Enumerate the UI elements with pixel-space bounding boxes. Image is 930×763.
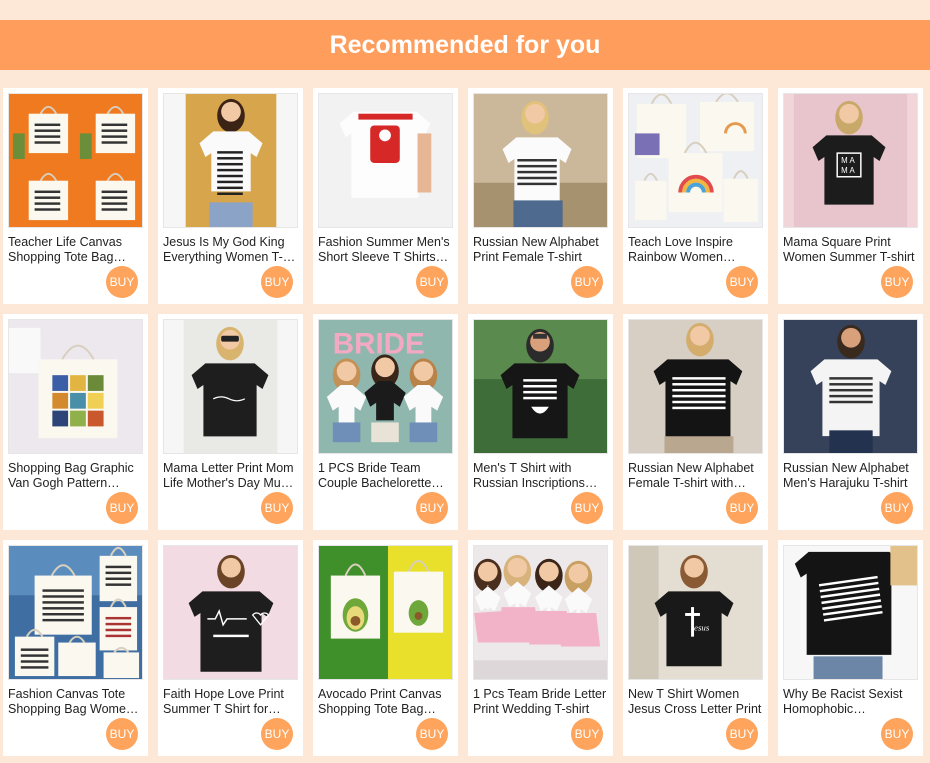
buy-button[interactable]: BUY: [571, 718, 603, 750]
product-title[interactable]: 1 Pcs Team Bride Letter Print Wedding T-…: [473, 687, 608, 717]
product-card[interactable]: Avocado Print Canvas Shopping Tote Bag W…: [313, 540, 458, 756]
buy-button[interactable]: BUY: [106, 718, 138, 750]
svg-text:BRIDE: BRIDE: [333, 327, 425, 360]
buy-button[interactable]: BUY: [571, 492, 603, 524]
svg-text:M A: M A: [841, 156, 855, 165]
product-title[interactable]: Mama Letter Print Mom Life Mother's Day …: [163, 461, 298, 491]
product-image[interactable]: [318, 93, 453, 228]
product-card[interactable]: esus New T Shirt Women Jesus Cross Letter…: [623, 540, 768, 756]
product-card[interactable]: Faith Hope Love Print Summer T Shirt for…: [158, 540, 303, 756]
buy-button[interactable]: BUY: [881, 718, 913, 750]
buy-button[interactable]: BUY: [571, 266, 603, 298]
product-card[interactable]: M AM A Mama Square Print Women Summer T-s…: [778, 88, 923, 304]
product-card[interactable]: Russian New Alphabet Female T-shirt with…: [623, 314, 768, 530]
buy-button[interactable]: BUY: [881, 266, 913, 298]
product-card[interactable]: BRIDE 1 PCS Bride Team Couple Bachelorett…: [313, 314, 458, 530]
product-image[interactable]: [163, 545, 298, 680]
product-card[interactable]: Mama Letter Print Mom Life Mother's Day …: [158, 314, 303, 530]
product-image[interactable]: [628, 319, 763, 454]
product-title[interactable]: Mama Square Print Women Summer T-shirt: [783, 235, 918, 265]
product-card[interactable]: Russian New Alphabet Print Female T-shir…: [468, 88, 613, 304]
product-title[interactable]: Why Be Racist Sexist Homophobic Transpho…: [783, 687, 918, 717]
product-title[interactable]: Russian New Alphabet Female T-shirt with…: [628, 461, 763, 491]
product-image[interactable]: [8, 319, 143, 454]
product-image[interactable]: [8, 545, 143, 680]
product-image[interactable]: esus: [628, 545, 763, 680]
product-title[interactable]: 1 PCS Bride Team Couple Bachelorette Par…: [318, 461, 453, 491]
buy-button[interactable]: BUY: [261, 266, 293, 298]
product-title[interactable]: Faith Hope Love Print Summer T Shirt for…: [163, 687, 298, 717]
product-image[interactable]: M AM A: [783, 93, 918, 228]
product-card[interactable]: Teacher Life Canvas Shopping Tote Bag Wo…: [3, 88, 148, 304]
product-title[interactable]: Jesus Is My God King Everything Women T-…: [163, 235, 298, 265]
product-title[interactable]: Fashion Summer Men's Short Sleeve T Shir…: [318, 235, 453, 265]
buy-button[interactable]: BUY: [726, 718, 758, 750]
product-card[interactable]: Men's T Shirt with Russian Inscriptions …: [468, 314, 613, 530]
product-title[interactable]: Teach Love Inspire Rainbow Women Canvas …: [628, 235, 763, 265]
product-image[interactable]: [163, 93, 298, 228]
product-title[interactable]: Teacher Life Canvas Shopping Tote Bag Wo…: [8, 235, 143, 265]
product-card[interactable]: Fashion Summer Men's Short Sleeve T Shir…: [313, 88, 458, 304]
banner-title: Recommended for you: [329, 30, 601, 59]
product-title[interactable]: Avocado Print Canvas Shopping Tote Bag W…: [318, 687, 453, 717]
product-image[interactable]: [473, 319, 608, 454]
buy-button[interactable]: BUY: [726, 266, 758, 298]
buy-button[interactable]: BUY: [416, 718, 448, 750]
product-image[interactable]: [473, 545, 608, 680]
buy-button[interactable]: BUY: [261, 492, 293, 524]
product-image[interactable]: [473, 93, 608, 228]
product-title[interactable]: New T Shirt Women Jesus Cross Letter Pri…: [628, 687, 763, 717]
product-card[interactable]: Shopping Bag Graphic Van Gogh Pattern Ca…: [3, 314, 148, 530]
product-card[interactable]: Jesus Is My God King Everything Women T-…: [158, 88, 303, 304]
product-card[interactable]: Teach Love Inspire Rainbow Women Canvas …: [623, 88, 768, 304]
product-image[interactable]: [783, 545, 918, 680]
svg-text:M A: M A: [841, 166, 855, 175]
buy-button[interactable]: BUY: [261, 718, 293, 750]
product-image[interactable]: [8, 93, 143, 228]
product-image[interactable]: [628, 93, 763, 228]
product-card[interactable]: Russian New Alphabet Men's Harajuku T-sh…: [778, 314, 923, 530]
recommended-banner: Recommended for you: [0, 20, 930, 70]
product-title[interactable]: Russian New Alphabet Print Female T-shir…: [473, 235, 608, 265]
product-image[interactable]: [163, 319, 298, 454]
product-image[interactable]: BRIDE: [318, 319, 453, 454]
product-title[interactable]: Russian New Alphabet Men's Harajuku T-sh…: [783, 461, 918, 491]
product-card[interactable]: Why Be Racist Sexist Homophobic Transpho…: [778, 540, 923, 756]
product-title[interactable]: Fashion Canvas Tote Shopping Bag Women S…: [8, 687, 143, 717]
product-title[interactable]: Men's T Shirt with Russian Inscriptions …: [473, 461, 608, 491]
product-grid: Teacher Life Canvas Shopping Tote Bag Wo…: [3, 88, 930, 756]
buy-button[interactable]: BUY: [726, 492, 758, 524]
product-card[interactable]: Fashion Canvas Tote Shopping Bag Women S…: [3, 540, 148, 756]
buy-button[interactable]: BUY: [106, 266, 138, 298]
buy-button[interactable]: BUY: [881, 492, 913, 524]
buy-button[interactable]: BUY: [416, 492, 448, 524]
buy-button[interactable]: BUY: [416, 266, 448, 298]
product-image[interactable]: [783, 319, 918, 454]
svg-text:esus: esus: [694, 623, 710, 633]
buy-button[interactable]: BUY: [106, 492, 138, 524]
product-image[interactable]: [318, 545, 453, 680]
product-card[interactable]: 1 Pcs Team Bride Letter Print Wedding T-…: [468, 540, 613, 756]
product-title[interactable]: Shopping Bag Graphic Van Gogh Pattern Ca…: [8, 461, 143, 491]
